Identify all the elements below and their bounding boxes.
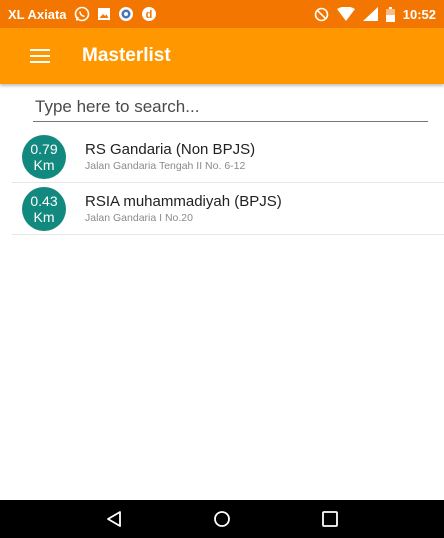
distance-badge: 0.43 Km	[22, 186, 66, 231]
page-title: Masterlist	[82, 45, 171, 66]
search-bar	[33, 95, 428, 122]
list-item-address: Jalan Gandaria I No.20	[85, 211, 193, 224]
distance-unit: Km	[33, 156, 55, 173]
status-time: 10:52	[402, 6, 436, 22]
list-item-address: Jalan Gandaria Tengah II No. 6-12	[85, 159, 246, 172]
navigation-bar	[0, 500, 444, 538]
image-icon	[97, 7, 111, 21]
battery-icon	[385, 6, 395, 22]
distance-value: 0.43	[30, 192, 58, 209]
do-not-disturb-icon	[314, 7, 329, 22]
status-bar: XL Axiata d 10:52	[0, 0, 444, 28]
recents-icon[interactable]	[310, 504, 350, 534]
distance-badge: 0.79 Km	[22, 134, 66, 179]
list-item-text: RS Gandaria (Non BPJS) Jalan Gandaria Te…	[85, 141, 255, 173]
home-icon[interactable]	[202, 504, 242, 534]
dana-icon: d	[141, 6, 157, 22]
hamburger-menu-icon[interactable]	[30, 49, 50, 63]
list-item-title: RSIA muhammadiyah (BPJS)	[85, 192, 282, 210]
list-item[interactable]: 0.43 Km RSIA muhammadiyah (BPJS) Jalan G…	[12, 183, 444, 235]
carrier-label: XL Axiata	[8, 6, 67, 22]
hospital-list: 0.79 Km RS Gandaria (Non BPJS) Jalan Gan…	[12, 131, 444, 235]
whatsapp-icon	[74, 6, 90, 22]
list-item[interactable]: 0.79 Km RS Gandaria (Non BPJS) Jalan Gan…	[12, 131, 444, 183]
list-item-title: RS Gandaria (Non BPJS)	[85, 140, 256, 158]
distance-value: 0.79	[30, 140, 58, 157]
signal-icon	[362, 7, 378, 21]
search-input[interactable]	[33, 95, 428, 122]
wifi-icon	[336, 7, 355, 21]
distance-unit: Km	[33, 208, 55, 225]
list-item-text: RSIA muhammadiyah (BPJS) Jalan Gandaria …	[85, 193, 282, 225]
back-icon[interactable]	[94, 504, 134, 534]
globe-icon	[118, 6, 134, 22]
app-bar: Masterlist	[0, 28, 444, 84]
svg-text:d: d	[145, 9, 152, 21]
